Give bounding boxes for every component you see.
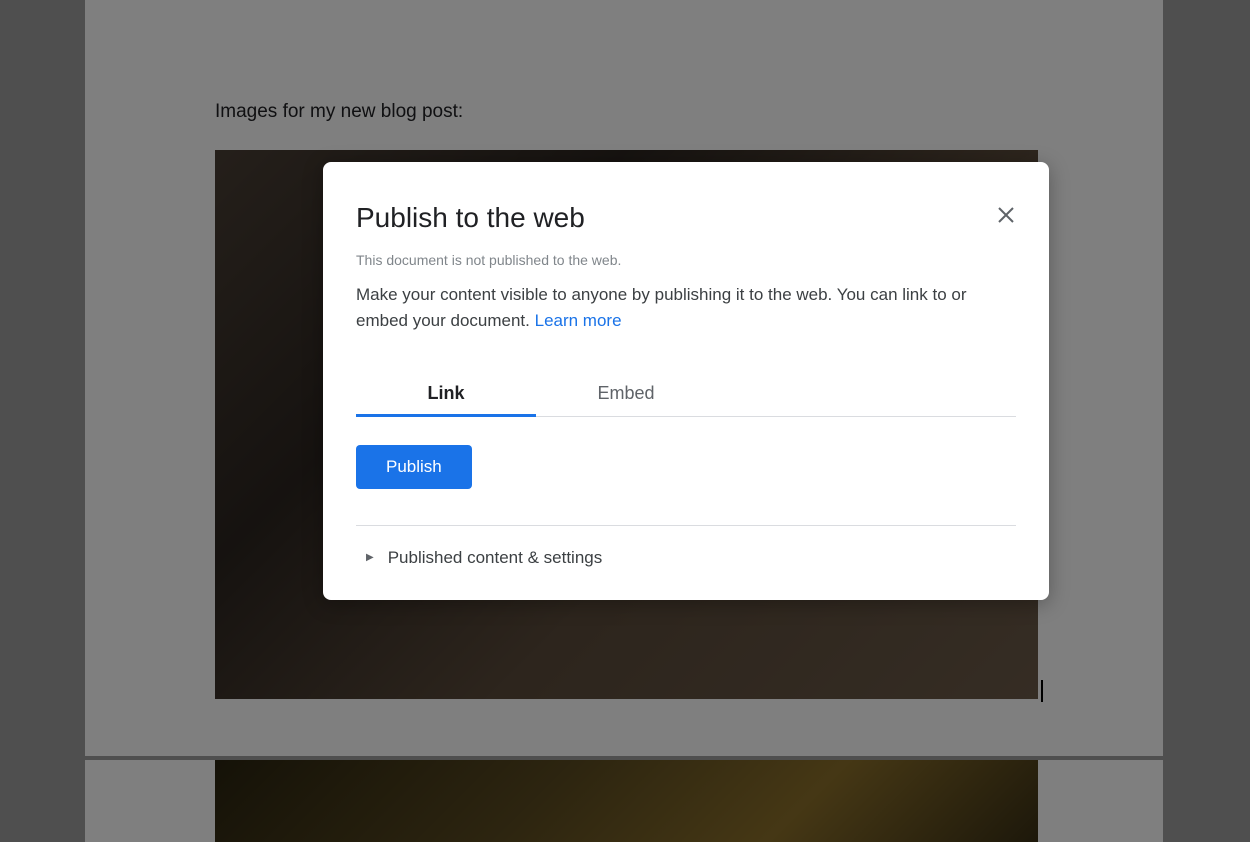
close-button[interactable] [993,202,1019,231]
modal-body: This document is not published to the we… [323,234,1049,600]
tabs-container: Link Embed [356,373,1016,417]
close-icon [997,205,1015,229]
expandable-label: Published content & settings [388,548,603,568]
triangle-right-icon: ▶ [366,552,374,563]
publish-status-text: This document is not published to the we… [356,252,1016,268]
modal-title: Publish to the web [356,202,585,234]
publish-to-web-modal: Publish to the web This document is not … [323,162,1049,600]
published-content-settings-toggle[interactable]: ▶ Published content & settings [356,526,1016,576]
publish-button[interactable]: Publish [356,445,472,489]
tab-embed[interactable]: Embed [536,373,716,416]
publish-description: Make your content visible to anyone by p… [356,282,1016,335]
tab-link[interactable]: Link [356,373,536,416]
modal-header: Publish to the web [323,162,1049,234]
learn-more-link[interactable]: Learn more [535,311,622,330]
description-text-content: Make your content visible to anyone by p… [356,285,967,330]
